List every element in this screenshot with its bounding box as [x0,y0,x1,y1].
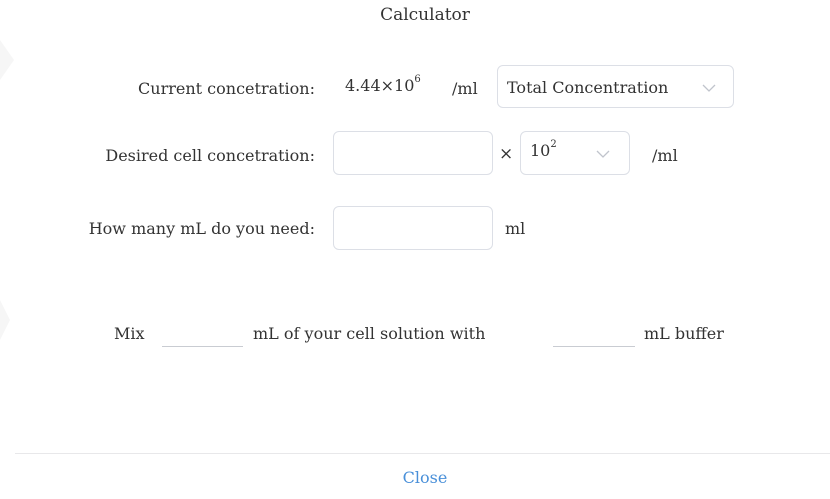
concentration-type-value: Total Concentration [507,78,669,97]
cell-volume-result [162,345,243,347]
multiply-symbol: × [499,144,514,164]
chevron-down-icon [702,83,716,93]
dialog-title: Calculator [380,5,470,25]
current-value-exponent: 6 [414,74,421,85]
power-of-ten-value: 102 [530,139,557,160]
footer-divider [15,453,830,454]
current-value-mantissa: 4.44 [345,76,381,95]
desired-unit: /ml [652,146,678,165]
current-value-times: ×10 [380,76,415,95]
desired-concentration-label: Desired cell concetration: [105,146,315,165]
power-exponent: 2 [550,139,557,150]
current-unit: /ml [452,79,478,98]
power-of-ten-select[interactable]: 102 [520,131,630,175]
concentration-type-select[interactable]: Total Concentration [497,65,734,108]
result-prefix: Mix [114,324,145,343]
current-concentration-label: Current concetration: [138,79,315,98]
volume-needed-label: How many mL do you need: [88,219,315,238]
chevron-down-icon [596,149,610,159]
calculator-dialog: Calculator Current concetration: 4.44×10… [0,0,830,499]
current-concentration-value: 4.44×106 [345,74,421,95]
result-suffix: mL buffer [644,324,724,343]
background-watermark-shape [0,40,14,340]
power-base: 10 [530,141,551,160]
volume-needed-input[interactable] [333,206,493,250]
desired-concentration-input[interactable] [333,131,493,175]
result-middle-text: mL of your cell solution with [253,324,486,343]
close-button[interactable]: Close [0,468,830,487]
volume-unit: ml [505,219,526,238]
buffer-volume-result [553,345,635,347]
